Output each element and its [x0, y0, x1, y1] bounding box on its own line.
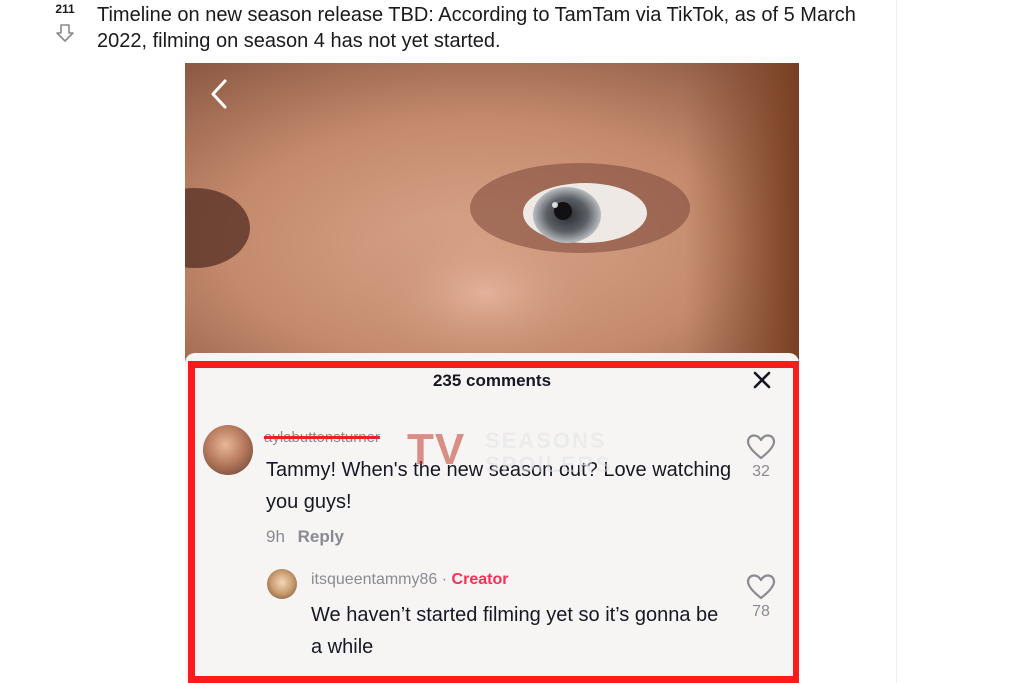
video-frame-face-closeup [185, 63, 799, 363]
downvote-arrow-icon[interactable] [54, 22, 76, 44]
comments-sheet: 235 comments aylabuttonsturner Tammy! Wh… [185, 353, 799, 683]
vote-count: 211 [55, 2, 75, 16]
sidebar-divider [896, 0, 897, 683]
chevron-left-icon[interactable] [207, 77, 233, 111]
post-title[interactable]: Timeline on new season release TBD: Acco… [97, 2, 887, 54]
post-image[interactable]: 235 comments aylabuttonsturner Tammy! Wh… [185, 63, 799, 683]
vote-column: 211 [50, 2, 80, 44]
red-highlight-box [188, 361, 799, 683]
reddit-post-page: 211 Timeline on new season release TBD: … [0, 0, 1024, 683]
